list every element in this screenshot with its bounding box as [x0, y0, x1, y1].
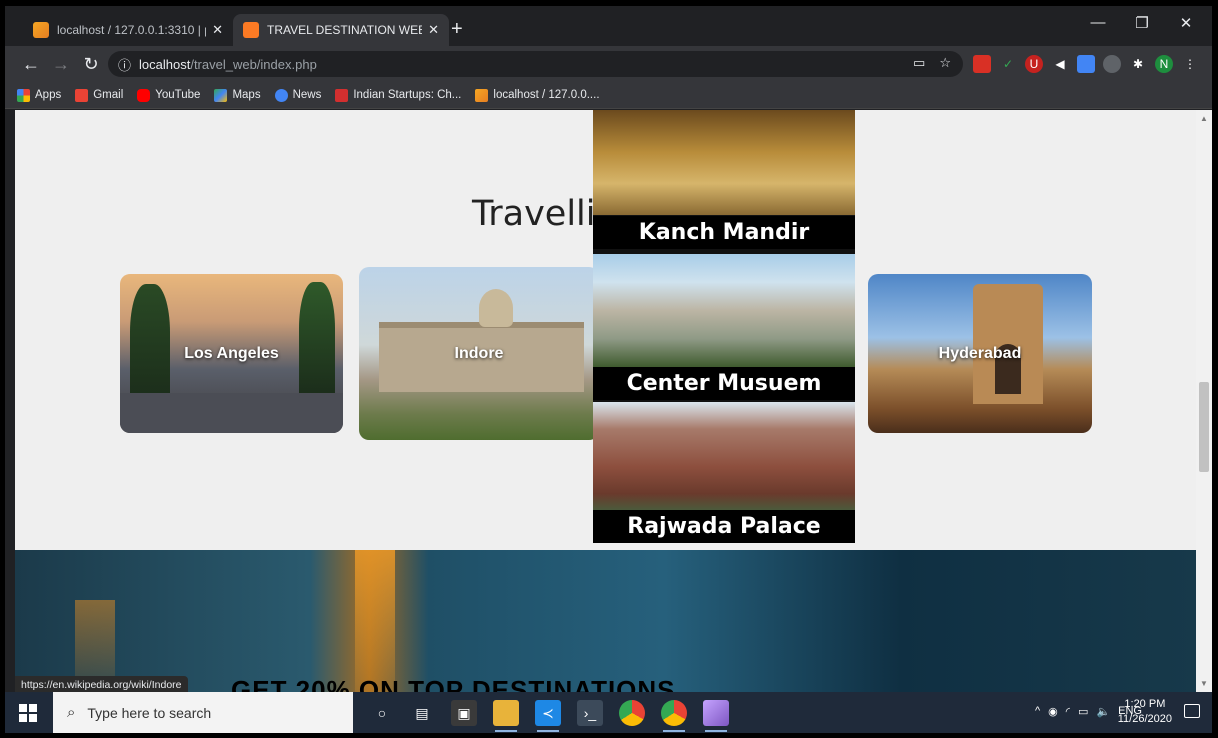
- vscode-icon[interactable]: ≺: [535, 700, 561, 732]
- xampp-icon: [243, 22, 259, 38]
- profile-avatar[interactable]: N: [1155, 55, 1173, 73]
- bookmarks-bar: Apps Gmail YouTube Maps News Indian Star…: [5, 82, 1212, 109]
- card-los-angeles[interactable]: Los Angeles: [120, 274, 343, 433]
- new-tab-button[interactable]: +: [451, 18, 463, 41]
- news-icon: [274, 88, 288, 102]
- palm-tree-shape: [299, 282, 335, 397]
- extension-bookmark-icon[interactable]: [973, 55, 991, 73]
- taskbar-clock[interactable]: 1:20 PM 11/26/2020: [1118, 697, 1172, 727]
- extension-check-icon[interactable]: ✓: [999, 55, 1017, 73]
- notification-icon[interactable]: [1184, 704, 1200, 718]
- close-window-icon[interactable]: ✕: [1164, 14, 1208, 32]
- tab-phpmyadmin[interactable]: localhost / 127.0.0.1:3310 | phpM ✕: [23, 14, 233, 46]
- extension-ghost-icon[interactable]: [1103, 55, 1121, 73]
- info-icon[interactable]: ⓘ: [118, 55, 131, 74]
- battery-icon[interactable]: ▭: [1078, 705, 1088, 718]
- tab-strip: localhost / 127.0.0.1:3310 | phpM ✕ TRAV…: [5, 6, 1212, 46]
- phpmyadmin-icon: [33, 22, 49, 38]
- scrollbar-thumb[interactable]: [1199, 382, 1209, 472]
- windows-start-icon[interactable]: [19, 704, 37, 722]
- bookmark-apps[interactable]: Apps: [17, 88, 61, 102]
- bookmark-gmail[interactable]: Gmail: [75, 88, 123, 102]
- address-bar[interactable]: ⓘ localhost /travel_web/index.php ▭ ☆: [108, 51, 963, 77]
- dropdown-item-rajwada[interactable]: Rajwada Palace: [593, 402, 855, 543]
- close-icon[interactable]: ✕: [212, 22, 223, 38]
- card-hyderabad[interactable]: Hyderabad: [868, 274, 1092, 433]
- cast-icon[interactable]: ▭: [913, 55, 925, 71]
- dropdown-caption: Rajwada Palace: [593, 510, 855, 543]
- page-scrollbar[interactable]: ▲ ▼: [1196, 110, 1212, 692]
- chrome-icon[interactable]: [619, 700, 645, 726]
- taskbar-search-box[interactable]: ⌕ Type here to search: [53, 692, 353, 733]
- network-icon[interactable]: ◉: [1048, 705, 1058, 718]
- toolbar: ← → ↻ ⓘ localhost /travel_web/index.php …: [5, 46, 1212, 82]
- cortana-icon[interactable]: ○: [369, 700, 395, 726]
- ublock-icon[interactable]: U: [1025, 55, 1043, 73]
- back-icon[interactable]: ←: [19, 54, 43, 75]
- apps-grid-icon: [17, 88, 30, 102]
- terminal-icon[interactable]: ›_: [577, 700, 603, 726]
- url-path: /travel_web/index.php: [190, 56, 317, 72]
- paint-icon[interactable]: [703, 700, 729, 732]
- et-icon: [335, 88, 349, 102]
- chevron-up-icon[interactable]: ^: [1035, 705, 1040, 718]
- tab-title: localhost / 127.0.0.1:3310 | phpM: [57, 23, 206, 37]
- dome-shape: [479, 289, 513, 327]
- volume-icon[interactable]: 🔈: [1096, 705, 1110, 718]
- extensions-puzzle-icon[interactable]: ✱: [1129, 55, 1147, 73]
- card-indore[interactable]: Indore: [359, 267, 599, 440]
- tab-title: TRAVEL DESTINATION WEBSITE: [267, 23, 422, 37]
- dropdown-item-museum[interactable]: Center Musuem Indore: [593, 254, 855, 429]
- gmail-icon: [75, 88, 89, 102]
- banner-text: GET 20% ON TOP DESTINATIONS: [231, 675, 676, 692]
- task-view-icon[interactable]: ▤: [409, 700, 435, 726]
- dropdown-caption: Kanch Mandir: [593, 216, 855, 249]
- bookmark-news[interactable]: News: [274, 88, 321, 102]
- dropdown-caption: Center Musuem Indore: [593, 367, 855, 429]
- close-icon[interactable]: ✕: [428, 22, 439, 38]
- indore-dropdown: Kanch Mandir Center Musuem Indore Rajwad…: [593, 110, 855, 543]
- scroll-up-icon[interactable]: ▲: [1196, 114, 1212, 123]
- bookmark-indian-startups[interactable]: Indian Startups: Ch...: [335, 88, 461, 102]
- rajwada-image: [593, 402, 855, 510]
- bookmark-youtube[interactable]: YouTube: [137, 88, 200, 102]
- card-label: Indore: [454, 344, 504, 362]
- minimize-icon[interactable]: —: [1076, 14, 1120, 31]
- windows-taskbar: ⌕ Type here to search ○ ▤ ▣ ≺ ›_ ^ ◉ ◜ ▭…: [5, 692, 1212, 733]
- chrome-active-icon[interactable]: [661, 700, 687, 732]
- maps-icon: [214, 88, 228, 102]
- browser-window: localhost / 127.0.0.1:3310 | phpM ✕ TRAV…: [5, 6, 1212, 733]
- youtube-icon: [137, 88, 151, 102]
- url-host: localhost: [139, 56, 191, 72]
- dropdown-item-kanch-mandir[interactable]: Kanch Mandir: [593, 110, 855, 250]
- offer-banner: GET 20% ON TOP DESTINATIONS: [15, 550, 1196, 692]
- kanch-mandir-image: [593, 110, 855, 215]
- light-reflection-shape: [355, 550, 395, 692]
- reload-icon[interactable]: ↻: [79, 54, 103, 75]
- forward-icon[interactable]: →: [49, 54, 73, 75]
- restore-icon[interactable]: ❐: [1120, 14, 1164, 32]
- search-icon: ⌕: [67, 704, 76, 721]
- search-placeholder: Type here to search: [87, 704, 212, 721]
- bookmark-localhost[interactable]: localhost / 127.0.0....: [475, 88, 600, 102]
- clock-time: 1:20 PM: [1124, 698, 1166, 710]
- file-explorer-icon[interactable]: [493, 700, 519, 732]
- tab-travel[interactable]: TRAVEL DESTINATION WEBSITE ✕: [233, 14, 449, 46]
- mute-tab-icon[interactable]: ◀: [1051, 55, 1069, 73]
- phpmyadmin-icon: [475, 88, 489, 102]
- bookmark-star-icon[interactable]: ☆: [939, 55, 951, 71]
- page-viewport: Travelling Los Angeles Indore Hyderabad …: [15, 110, 1196, 692]
- wifi-icon[interactable]: ◜: [1066, 705, 1070, 718]
- museum-image: [593, 254, 855, 367]
- road-shape: [120, 393, 343, 433]
- bookmark-maps[interactable]: Maps: [214, 88, 261, 102]
- store-icon[interactable]: ▣: [451, 700, 477, 726]
- scroll-down-icon[interactable]: ▼: [1196, 679, 1212, 688]
- menu-kebab-icon[interactable]: ⋮: [1181, 55, 1199, 73]
- extension-globe-icon[interactable]: [1077, 55, 1095, 73]
- clock-date: 11/26/2020: [1117, 713, 1172, 725]
- card-label: Hyderabad: [938, 344, 1022, 362]
- card-label: Los Angeles: [184, 344, 279, 362]
